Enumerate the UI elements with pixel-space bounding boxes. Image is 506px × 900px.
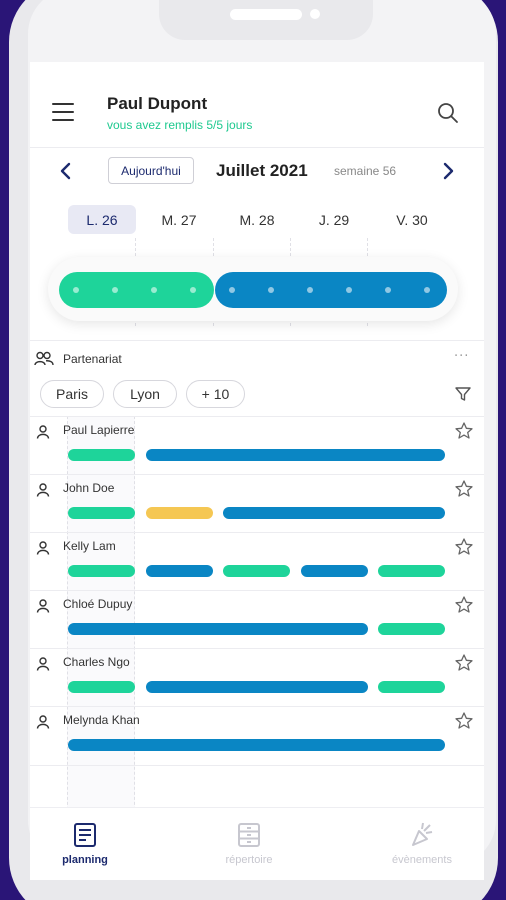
person-icon [36,540,50,555]
presence-bar-green[interactable] [378,623,445,635]
filter-icon[interactable] [454,385,472,403]
tab-evenements[interactable]: évènements [367,808,477,880]
list-divider [30,765,484,766]
presence-bar-green[interactable] [68,507,135,519]
slider-dot [151,287,157,293]
favorite-star-icon[interactable] [454,711,474,731]
presence-bar-blue[interactable] [301,565,368,577]
section-divider [30,340,484,341]
slider-dot [346,287,352,293]
directory-icon [237,822,261,848]
presence-bar-green[interactable] [68,681,135,693]
presence-bar-blue[interactable] [146,681,368,693]
person-name: John Doe [63,481,115,495]
tab-repertoire[interactable]: répertoire [194,808,304,880]
presence-bar-blue[interactable] [223,507,445,519]
tab-label: répertoire [225,854,273,866]
filter-chip-lyon[interactable]: Lyon [113,380,177,408]
day-tab-tuesday[interactable]: M. 27 [145,205,213,234]
day-tab-wednesday[interactable]: M. 28 [223,205,291,234]
menu-icon[interactable] [52,103,74,121]
app-screen: Paul Dupont vous avez remplis 5/5 jours … [30,62,484,880]
chevron-right-icon [443,162,454,180]
search-icon[interactable] [437,102,459,124]
person-icon [36,714,50,729]
person-row[interactable]: John Doe [30,474,484,532]
presence-bar-blue[interactable] [146,449,445,461]
user-name: Paul Dupont [107,94,208,113]
previous-week-button[interactable] [56,159,76,183]
presence-bar-green[interactable] [378,565,445,577]
day-tab-thursday[interactable]: J. 29 [300,205,368,234]
favorite-star-icon[interactable] [454,421,474,441]
presence-bar-blue[interactable] [146,565,213,577]
presence-bar-green[interactable] [68,449,135,461]
person-row[interactable]: Charles Ngo [30,648,484,706]
slider-dot [385,287,391,293]
favorite-star-icon[interactable] [454,595,474,615]
person-icon [36,482,50,497]
person-row[interactable]: Paul Lapierre [30,416,484,474]
person-name: Paul Lapierre [63,423,135,437]
favorite-star-icon[interactable] [454,537,474,557]
presence-bar-blue[interactable] [68,623,368,635]
slider-dot [73,287,79,293]
more-options-button[interactable]: ··· [454,349,469,364]
slider-dot [424,287,430,293]
favorite-star-icon[interactable] [454,479,474,499]
slider-dot [229,287,235,293]
person-icon [36,656,50,671]
presence-segment-blue[interactable] [215,272,447,308]
presence-slider[interactable] [48,257,458,321]
speaker-grille [230,9,302,20]
filter-chip-paris[interactable]: Paris [40,380,104,408]
month-label: Juillet 2021 [216,161,308,180]
tab-label: planning [62,854,108,866]
presence-bar-green[interactable] [68,565,135,577]
week-number: semaine 56 [334,164,397,178]
fill-status: vous avez remplis 5/5 jours [107,118,253,132]
person-name: Kelly Lam [63,539,116,553]
events-icon [410,822,434,848]
slider-dot [268,287,274,293]
today-button[interactable]: Aujourd'hui [108,157,194,184]
slider-dot [112,287,118,293]
person-icon [36,598,50,613]
phone-notch [159,0,373,40]
person-row[interactable]: Chloé Dupuy [30,590,484,648]
person-icon [36,424,50,439]
favorite-star-icon[interactable] [454,653,474,673]
person-row[interactable]: Melynda Khan [30,706,484,764]
tab-planning[interactable]: planning [30,808,140,880]
next-week-button[interactable] [438,159,458,183]
slider-dot [307,287,313,293]
header-divider [30,147,484,148]
day-tab-monday[interactable]: L. 26 [68,205,136,234]
slider-dot [190,287,196,293]
person-row[interactable]: Kelly Lam [30,532,484,590]
bottom-tab-bar: planning répertoire évènements [30,807,484,880]
presence-bar-yellow[interactable] [146,507,213,519]
presence-bar-green[interactable] [223,565,290,577]
person-name: Melynda Khan [63,713,140,727]
presence-bar-blue[interactable] [68,739,445,751]
front-camera [310,9,320,19]
filter-chip-more[interactable]: + 10 [186,380,245,408]
planning-icon [73,822,97,848]
tab-label: évènements [392,854,452,866]
day-tab-friday[interactable]: V. 30 [378,205,446,234]
presence-segment-green[interactable] [59,272,214,308]
person-name: Chloé Dupuy [63,597,133,611]
team-name: Partenariat [63,352,122,366]
person-name: Charles Ngo [63,655,130,669]
presence-bar-green[interactable] [378,681,445,693]
chevron-left-icon [60,162,71,180]
team-icon [34,351,54,367]
